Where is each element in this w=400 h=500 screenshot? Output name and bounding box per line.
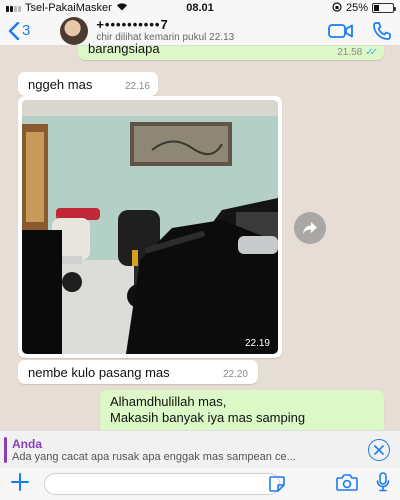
back-chevron-icon (8, 21, 20, 40)
reply-author: Anda (12, 437, 42, 451)
video-call-button[interactable] (328, 23, 354, 39)
message-time: 22.16 (124, 81, 150, 92)
attach-button[interactable] (10, 472, 30, 497)
message-time: 22.19 (244, 338, 270, 349)
carrier-name: Tsel-PakaiMasker (25, 2, 112, 14)
status-right: 25% (332, 1, 396, 15)
read-ticks-icon: ✓✓ (365, 47, 378, 58)
reply-text: Ada yang cacat apa rusak apa enggak mas … (12, 451, 296, 463)
message-outgoing[interactable]: barangsiapa 21.58 ✓✓ (78, 41, 384, 60)
message-text-line: Makasih banyak iya mas samping (110, 410, 306, 425)
message-text: barangsiapa (88, 41, 160, 56)
battery-percent: 25% (345, 2, 368, 14)
contact-name: +••••••••••7 (96, 16, 169, 32)
video-call-icon (328, 23, 353, 38)
forward-button[interactable] (294, 212, 326, 244)
orientation-lock-icon (332, 1, 342, 15)
composer-bar (0, 468, 400, 500)
phone-icon (373, 21, 391, 40)
mic-button[interactable] (376, 471, 390, 497)
reply-preview[interactable]: Anda Ada yang cacat apa rusak apa enggak… (0, 430, 400, 468)
camera-button[interactable] (336, 473, 358, 496)
message-image[interactable]: 22.19 (18, 96, 282, 358)
message-text-line: Alhamdhulillah mas, (110, 394, 227, 409)
photo[interactable]: 22.19 (22, 100, 278, 354)
message-text: nggeh mas (28, 76, 93, 92)
wifi-icon (116, 2, 128, 14)
message-time: 22.20 (222, 369, 248, 380)
share-icon (303, 222, 317, 234)
message-text: nembe kulo pasang mas (28, 364, 170, 380)
plus-icon (11, 472, 29, 491)
message-time: 21.58 (337, 47, 363, 58)
sticker-button[interactable] (268, 475, 286, 498)
message-incoming[interactable]: nggeh mas 22.16 (18, 72, 158, 96)
message-input[interactable] (44, 473, 280, 495)
avatar[interactable] (60, 16, 89, 45)
back-button[interactable]: 3 (8, 21, 31, 40)
sticker-icon (269, 476, 285, 492)
mic-icon (376, 471, 390, 491)
message-meta: 21.58 ✓✓ (337, 47, 378, 58)
status-bar: Tsel-PakaiMasker 08.01 25% (0, 0, 400, 16)
garage-photo (22, 100, 278, 354)
chat-header: 3 +••••••••••7 chir dilihat kemarin puku… (0, 16, 400, 46)
header-actions (328, 21, 392, 41)
status-left: Tsel-PakaiMasker (6, 2, 128, 14)
contact-info[interactable]: +••••••••••7 chir dilihat kemarin pukul … (96, 16, 234, 43)
battery-fill (374, 5, 379, 11)
signal-icon (6, 4, 21, 12)
unread-count: 3 (22, 22, 31, 39)
message-outgoing[interactable]: Alhamdhulillah mas, Makasih banyak iya m… (100, 390, 384, 434)
reply-accent-bar (4, 437, 7, 463)
voice-call-button[interactable] (372, 21, 392, 41)
message-incoming[interactable]: nembe kulo pasang mas 22.20 (18, 360, 258, 384)
close-icon (374, 445, 384, 455)
battery-icon (372, 3, 396, 13)
close-reply-button[interactable] (368, 439, 390, 461)
camera-icon (336, 473, 358, 491)
